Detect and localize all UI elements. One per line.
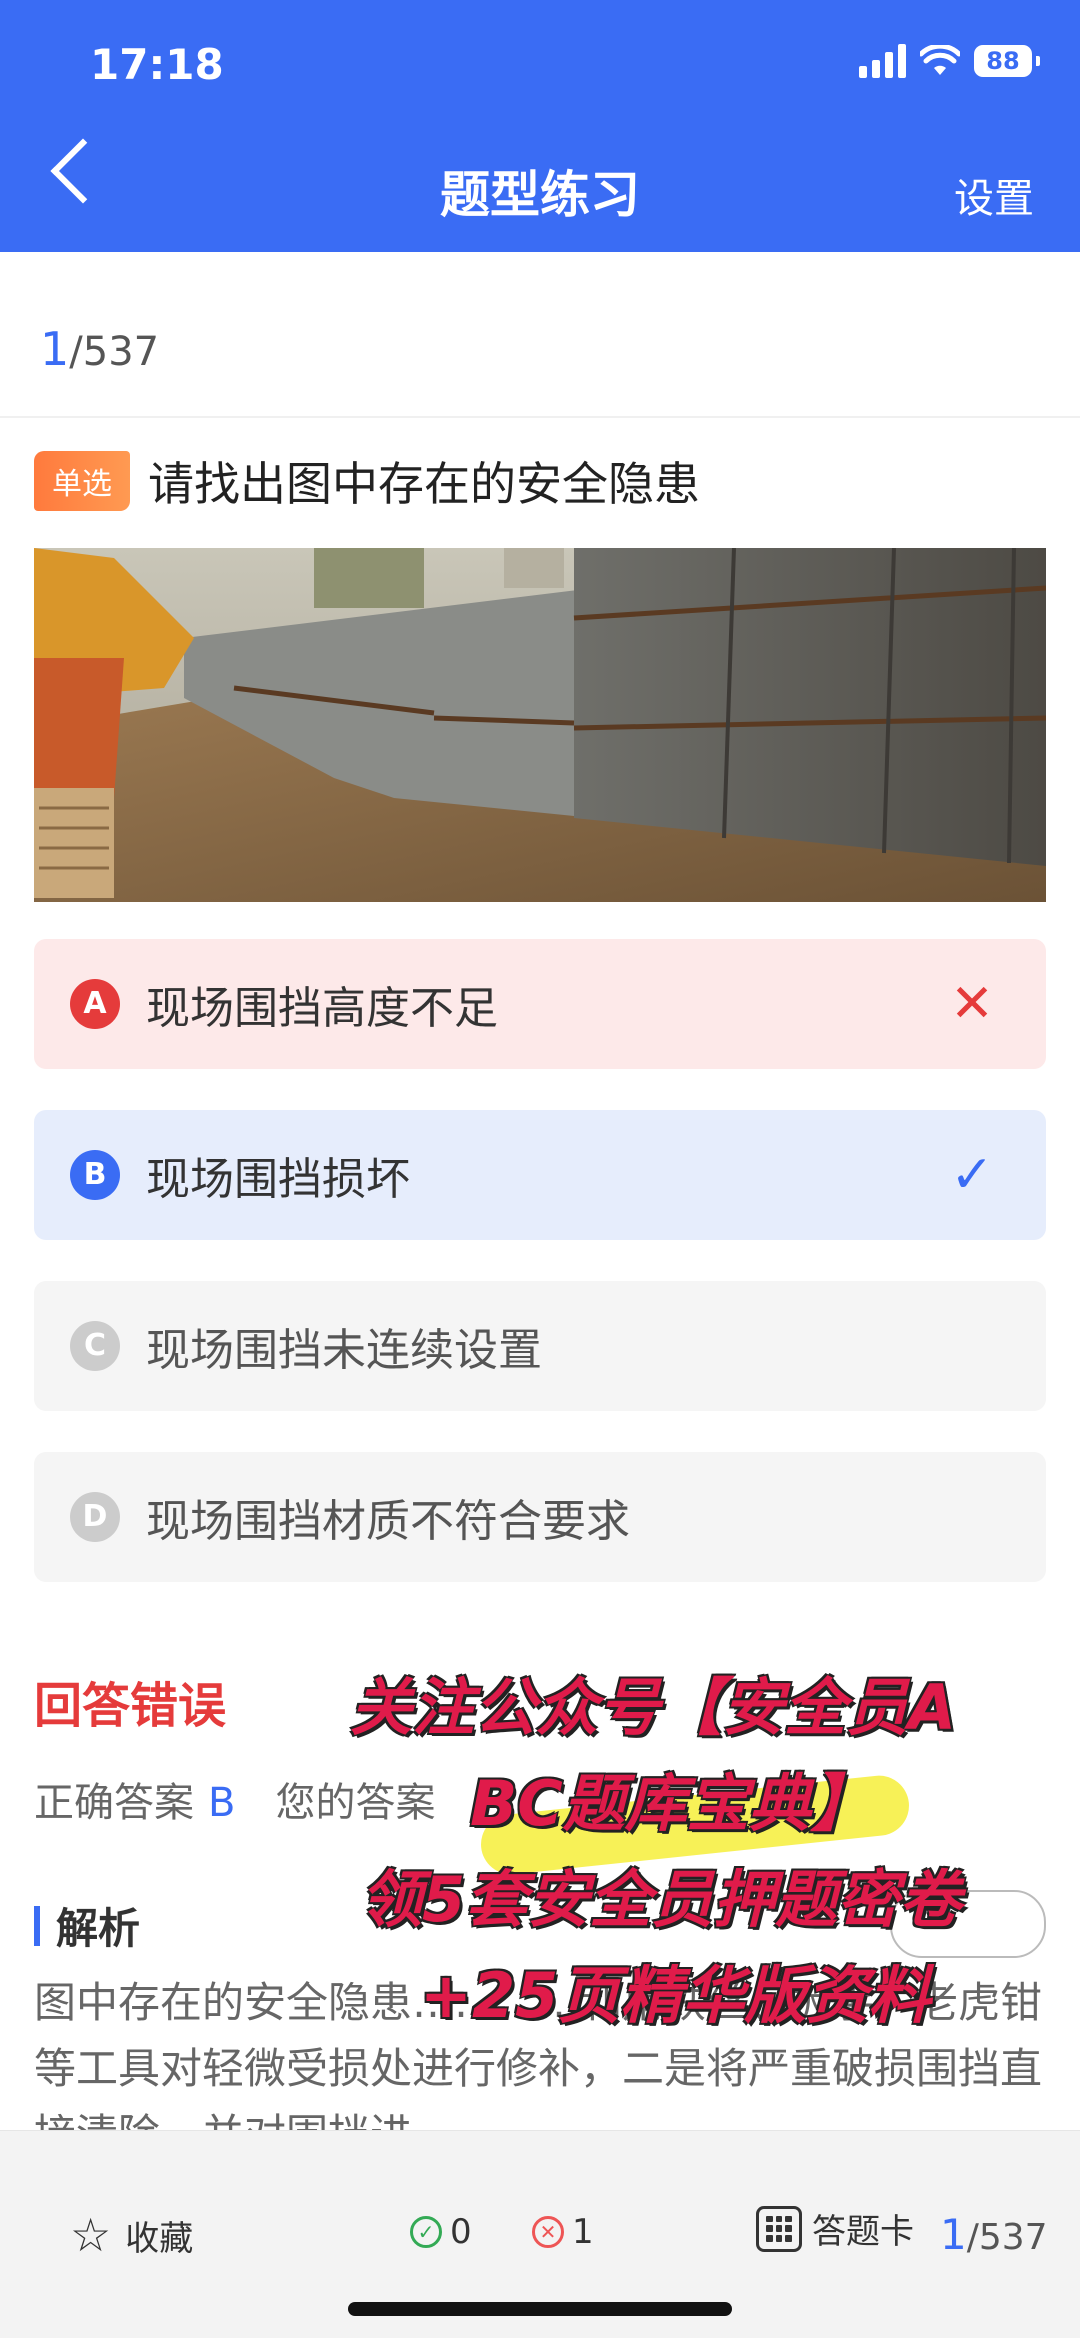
status-icons: 88 xyxy=(859,44,1040,78)
option-c[interactable]: C 现场围挡未连续设置 xyxy=(34,1281,1046,1411)
option-letter: A xyxy=(70,979,120,1029)
option-text: 现场围挡高度不足 xyxy=(146,983,498,1034)
correct-answer-label: 正确答案 xyxy=(34,1780,194,1826)
option-d[interactable]: D 现场围挡材质不符合要求 xyxy=(34,1452,1046,1582)
check-icon: ✓ xyxy=(950,1145,994,1205)
page-title: 题型练习 xyxy=(440,166,640,224)
x-circle-icon: ✕ xyxy=(532,2216,564,2248)
home-indicator xyxy=(348,2302,732,2316)
option-b[interactable]: B 现场围挡损坏 ✓ xyxy=(34,1110,1046,1240)
promo-line-1: 关注公众号【安全员A xyxy=(350,1671,956,1744)
progress-current: 1 xyxy=(40,322,70,376)
progress-total: /537 xyxy=(69,329,160,375)
bottom-progress-current: 1 xyxy=(940,2210,967,2259)
question-row: 单选 请找出图中存在的安全隐患 xyxy=(34,448,700,514)
answer-result: 回答错误 xyxy=(34,1678,227,1734)
option-text: 现场围挡损坏 xyxy=(146,1154,410,1205)
grid-icon xyxy=(756,2205,802,2252)
promo-line-3: 领5套安全员押题密卷 xyxy=(360,1863,962,1936)
answer-card-button[interactable]: 答题卡 xyxy=(756,2204,914,2253)
question-image xyxy=(34,548,1046,902)
bottom-progress-total: /537 xyxy=(966,2217,1048,2258)
app-header: 17:18 88 题型练习 设置 xyxy=(0,0,1080,252)
option-letter: B xyxy=(70,1150,120,1200)
analysis-accent-bar xyxy=(34,1905,40,1946)
question-progress: 1/537 xyxy=(40,322,159,376)
bottom-progress: 1/537 xyxy=(940,2210,1048,2259)
wifi-icon xyxy=(920,45,960,75)
option-text: 现场围挡材质不符合要求 xyxy=(146,1496,630,1547)
divider xyxy=(0,416,1080,418)
battery-icon: 88 xyxy=(974,45,1040,77)
wrong-icon: ✕ xyxy=(950,974,994,1034)
option-text: 现场围挡未连续设置 xyxy=(146,1325,542,1376)
correct-count: ✓ 0 xyxy=(410,2212,472,2252)
answer-card-label: 答题卡 xyxy=(812,2212,914,2252)
star-icon: ☆ xyxy=(70,2208,112,2262)
promo-line-4: +25页精华版资料 xyxy=(420,1959,931,2032)
settings-button[interactable]: 设置 xyxy=(954,166,1034,224)
status-time: 17:18 xyxy=(90,40,224,89)
correct-answer-value: B xyxy=(208,1780,236,1826)
favorite-label: 收藏 xyxy=(125,2218,194,2259)
wrong-count: ✕ 1 xyxy=(532,2212,594,2252)
correct-count-value: 0 xyxy=(450,2212,472,2252)
analysis-title: 解析 xyxy=(56,1904,141,1953)
wrong-count-value: 1 xyxy=(572,2212,594,2252)
favorite-button[interactable]: ☆ 收藏 xyxy=(70,2208,193,2262)
option-letter: C xyxy=(70,1321,120,1371)
check-circle-icon: ✓ xyxy=(410,2216,442,2248)
option-letter: D xyxy=(70,1492,120,1542)
question-type-badge: 单选 xyxy=(34,451,130,511)
analysis-header: 解析 xyxy=(34,1895,140,1956)
question-text: 请找出图中存在的安全隐患 xyxy=(148,457,700,511)
signal-icon xyxy=(859,44,906,78)
promo-line-2: BC题库宝典】 xyxy=(470,1767,873,1840)
promo-overlay: 关注公众号【安全员A BC题库宝典】 领5套安全员押题密卷 +25页精华版资料 xyxy=(350,1660,1050,2044)
option-a[interactable]: A 现场围挡高度不足 ✕ xyxy=(34,939,1046,1069)
